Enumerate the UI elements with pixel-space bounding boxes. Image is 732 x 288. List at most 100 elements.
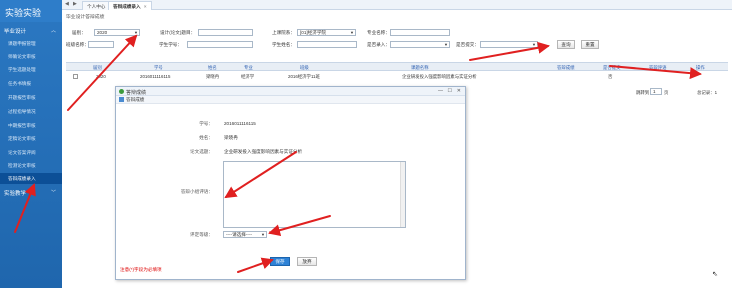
cancel-button[interactable]: 放弃 xyxy=(297,257,317,266)
college-select-value: [01]经济学院 xyxy=(300,30,327,35)
student-name-label: 学生姓名： xyxy=(272,42,295,47)
tab-scroll-right-icon[interactable]: ▶ xyxy=(73,1,77,7)
entered-select[interactable]: ▼ xyxy=(390,41,450,48)
arrow-to-query-button xyxy=(469,41,550,61)
score-dialog: 答辩成绩 — ☐ ✕ 答辩成绩 学号： 2016011116115 姓名： 梁晓… xyxy=(115,86,466,280)
row-checkbox[interactable] xyxy=(73,74,78,79)
class-input[interactable] xyxy=(88,41,114,48)
college-label: 上课院系： xyxy=(272,30,295,35)
tab-defense-score[interactable]: 答辩成绩录入 × xyxy=(108,1,152,10)
column-header[interactable]: 班级 xyxy=(300,65,309,71)
name-value: 梁晓冉 xyxy=(224,135,238,140)
student-no-label: 学号： xyxy=(199,121,213,126)
grade-label: 评定等级： xyxy=(190,232,213,237)
grade-select[interactable]: ----请选择---- ▼ xyxy=(223,231,267,238)
dialog-subtitle-bar: 答辩成绩 xyxy=(116,96,465,104)
column-header[interactable]: 学号 xyxy=(154,65,163,71)
sidebar-item-process-guide[interactable]: 过程指导情况 xyxy=(0,106,62,117)
tab-label: 答辩成绩录入 xyxy=(113,4,141,9)
cell-year: 2020 xyxy=(96,74,106,79)
comment-textarea[interactable] xyxy=(223,161,406,228)
year-select-value: 2020 xyxy=(97,30,108,35)
sidebar-item-task-book[interactable]: 任务书填报 xyxy=(0,78,62,89)
column-header[interactable]: 答辩评语 xyxy=(649,65,667,71)
maximize-icon[interactable]: ☐ xyxy=(448,88,452,94)
minimize-icon[interactable]: — xyxy=(438,88,443,94)
dropdown-arrow-icon: ▼ xyxy=(532,42,536,47)
column-header[interactable]: 姓名 xyxy=(208,65,217,71)
sidebar-item-paper-check[interactable]: 检测论文审核 xyxy=(0,160,62,171)
topic-value: 企业研发投入强度影响因素与实证分析 xyxy=(224,149,303,154)
column-header[interactable]: 操作 xyxy=(696,65,705,71)
student-no-value: 2016011116115 xyxy=(224,121,256,126)
pager-unit: 页 xyxy=(664,90,669,95)
cell-major: 经济学 xyxy=(241,74,255,79)
major-input[interactable] xyxy=(390,29,450,36)
pager-jump-input[interactable]: 1 xyxy=(650,88,662,95)
column-header[interactable]: 答辩成绩 xyxy=(557,65,575,71)
required-note: 注意(*)字段为必填项 xyxy=(120,267,162,272)
grade-select-value: ----请选择---- xyxy=(226,232,253,237)
submitted-select[interactable]: ▼ xyxy=(480,41,538,48)
cell-name: 梁晓冉 xyxy=(206,74,220,79)
sidebar-item-final-paper[interactable]: 定稿论文审核 xyxy=(0,133,62,144)
sidebar-item-midterm-report[interactable]: 中期报告审核 xyxy=(0,120,62,131)
tab-label: 个人中心 xyxy=(87,4,106,9)
column-header[interactable]: 课题名称 xyxy=(411,65,429,71)
tab-scroll-left-icon[interactable]: ◀ xyxy=(65,1,69,7)
tab-bar: ◀ ▶ 个人中心 答辩成绩录入 × xyxy=(62,0,732,10)
sidebar-item-paper-review[interactable]: 师确论文审核 xyxy=(0,51,62,62)
column-header[interactable]: 专业 xyxy=(244,65,253,71)
year-select[interactable]: 2020 ▼ xyxy=(94,29,140,36)
cell-submitted: 否 xyxy=(608,74,613,79)
chevron-up-icon: ︿ xyxy=(50,28,56,34)
comment-label: 答辩小组评语： xyxy=(180,189,213,194)
required-mark: * xyxy=(269,231,271,237)
logo: 实验实验 xyxy=(0,0,62,22)
query-button[interactable]: 查询 xyxy=(557,40,575,49)
sidebar: 实验实验 毕业设计 ︿ 课题申报管理 师确论文审核 学生选题处理 任务书填报 开… xyxy=(0,0,62,288)
year-label: 届别： xyxy=(72,30,86,35)
column-header[interactable]: 届别 xyxy=(93,65,102,71)
name-label: 姓名： xyxy=(199,135,213,140)
sidebar-item-opening-report[interactable]: 开题报告审核 xyxy=(0,92,62,103)
dropdown-arrow-icon: ▼ xyxy=(350,30,354,35)
cell-topic: 企业研发投入强度影响因素与实证分析 xyxy=(402,74,477,79)
pager-jump-label: 跳转到 xyxy=(636,90,650,95)
cell-class: 2016经济学11班 xyxy=(288,74,320,79)
dialog-subtitle: 答辩成绩 xyxy=(126,97,145,102)
app-icon xyxy=(119,89,124,94)
pager-total: 总记录：1 xyxy=(697,90,718,95)
sidebar-group-experiment[interactable]: 实验教学 ﹀ xyxy=(0,186,62,198)
student-name-input[interactable] xyxy=(297,41,357,48)
tab-personal-center[interactable]: 个人中心 xyxy=(82,1,111,10)
student-no-input[interactable] xyxy=(187,41,253,48)
form-icon xyxy=(119,97,124,102)
table-header: 届别 学号 姓名 专业 班级 课题名称 答辩成绩 是否提交 答辩评语 操作 xyxy=(66,62,728,71)
close-icon[interactable]: × xyxy=(144,4,147,9)
dialog-title: 答辩成绩 xyxy=(126,90,147,96)
dialog-titlebar[interactable]: 答辩成绩 — ☐ ✕ xyxy=(116,87,465,96)
save-button[interactable]: 保存 xyxy=(270,257,290,266)
column-header[interactable]: 是否提交 xyxy=(603,65,621,71)
topic-input[interactable] xyxy=(198,29,253,36)
dropdown-arrow-icon: ▼ xyxy=(444,42,448,47)
reset-button[interactable]: 重置 xyxy=(581,40,599,49)
sidebar-group-label: 实验教学 xyxy=(4,191,27,197)
sidebar-group-label: 毕业设计 xyxy=(4,29,27,35)
college-select[interactable]: [01]经济学院 ▼ xyxy=(297,29,356,36)
sidebar-item-paper-grading[interactable]: 论文答案评阅 xyxy=(0,147,62,158)
topic-label: 设计(论文)题目： xyxy=(160,30,196,35)
entered-label: 是否录入： xyxy=(367,42,390,47)
sidebar-item-topic-selection[interactable]: 学生选题处理 xyxy=(0,64,62,75)
sidebar-item-defense-score[interactable]: 答辩成绩录入 xyxy=(0,173,62,184)
class-label: 班级名称： xyxy=(66,42,89,47)
dropdown-arrow-icon: ▼ xyxy=(134,30,138,35)
close-icon[interactable]: ✕ xyxy=(457,88,461,94)
sidebar-item-topic-declare[interactable]: 课题申报管理 xyxy=(0,38,62,49)
cell-student-no: 2016011116115 xyxy=(140,74,171,79)
major-label: 专业名称： xyxy=(367,30,390,35)
scrollbar[interactable] xyxy=(400,162,405,227)
page-title: 毕业设计答辩成绩 xyxy=(66,15,105,20)
sidebar-group-graduation-design[interactable]: 毕业设计 ︿ xyxy=(0,24,62,36)
